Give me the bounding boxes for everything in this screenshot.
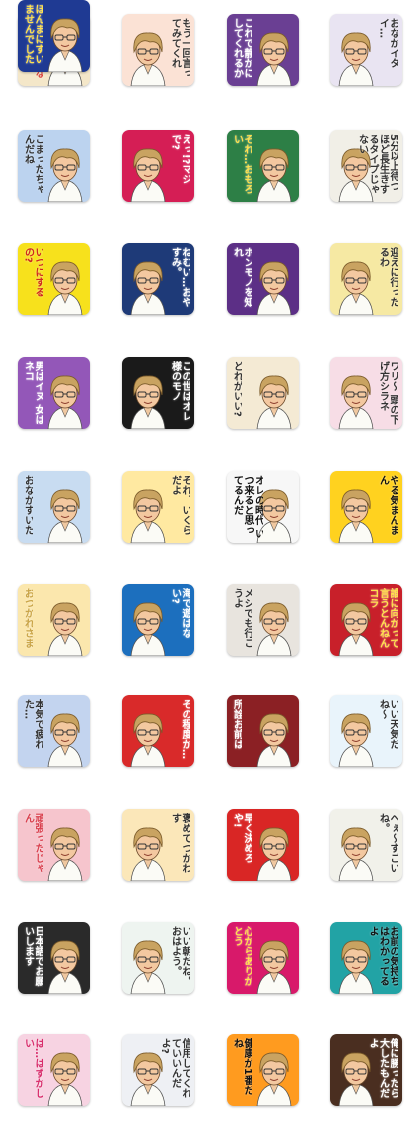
sticker-6[interactable]: えっ!?マジで?: [122, 130, 194, 202]
sticker-20[interactable]: やる気まんまん: [330, 471, 402, 543]
sticker-caption: へぇ〜すごいね。: [377, 813, 399, 873]
sticker-18[interactable]: それ、いくらだよ: [122, 471, 194, 543]
sticker-caption: は…はずかしい: [22, 1038, 44, 1098]
sticker-caption: それ、いくらだよ: [169, 475, 191, 535]
sticker-5[interactable]: こまったちゃんだね: [18, 130, 90, 202]
sticker-29[interactable]: 頑張ったじゃん: [18, 809, 90, 881]
sticker-caption: いつにするの?: [22, 247, 44, 297]
sticker-31[interactable]: 早く決めろや!: [227, 809, 299, 881]
sticker-38[interactable]: 信用してくれていいんだよ?: [122, 1034, 194, 1106]
sticker-caption: これで静かにしてくれるか: [231, 18, 253, 78]
sticker-caption: 俺に勝ったら大したもんだよ: [367, 1038, 398, 1098]
sticker-caption: 健康が1番だね: [231, 1038, 253, 1095]
sticker-41[interactable]: ほんまにすいませんでした: [18, 0, 90, 72]
sticker-caption: ねむい…おやすみ。: [169, 247, 191, 307]
sticker-caption: お前の気持ちはわかってるよ: [367, 926, 398, 986]
sticker-caption: それ…おもろい: [231, 134, 253, 194]
sticker-3[interactable]: これで静かにしてくれるか: [227, 14, 299, 86]
sticker-caption: 早く決めろや!: [231, 813, 253, 863]
sticker-17[interactable]: おなかすいた: [18, 471, 90, 543]
sticker-caption: 5分以上待つほど長生きするタイプじゃない: [356, 134, 399, 194]
sticker-caption: 誰に向かって言うとんねん コラ: [367, 588, 398, 648]
sticker-10[interactable]: ねむい…おやすみ。: [122, 243, 194, 315]
sticker-caption: おなかイタイ…: [377, 18, 399, 68]
sticker-9[interactable]: いつにするの?: [18, 243, 90, 315]
sticker-caption: 所詮お前は: [231, 699, 242, 749]
sticker-19[interactable]: オレの時代 いつ来ると思ってるんだ: [227, 471, 299, 543]
sticker-39[interactable]: 健康が1番だね: [227, 1034, 299, 1106]
sticker-12[interactable]: 迎えに行ったるわ: [330, 243, 402, 315]
sticker-32[interactable]: へぇ〜すごいね。: [330, 809, 402, 881]
sticker-caption: えっ!?マジで?: [169, 134, 191, 185]
sticker-14[interactable]: この世はオレ様のモノ: [122, 357, 194, 429]
sticker-caption: おなかすいた: [22, 475, 33, 535]
sticker-grid: くるしゅ〜ないぞよもう一回言ってみてくれこれで静かにしてくれるかおなかイタイ…こ…: [0, 0, 420, 1121]
sticker-23[interactable]: メシでも行こうよ: [227, 584, 299, 656]
sticker-2[interactable]: もう一回言ってみてくれ: [122, 14, 194, 86]
sticker-caption: 褒めてつかわす: [169, 813, 191, 873]
sticker-caption: 男はイヌ 女はネコ: [22, 361, 44, 425]
sticker-caption: その程度か…: [180, 699, 190, 759]
sticker-35[interactable]: 心からありがとう: [227, 922, 299, 994]
sticker-36[interactable]: お前の気持ちはわかってるよ: [330, 922, 402, 994]
sticker-30[interactable]: 褒めてつかわす: [122, 809, 194, 881]
sticker-caption: ほんまにすいませんでした: [22, 4, 44, 64]
sticker-caption: もう一回言ってみてくれ: [169, 18, 191, 78]
sticker-40[interactable]: 俺に勝ったら大したもんだよ: [330, 1034, 402, 1106]
sticker-16[interactable]: ワリ〜 頭の下げ方シラネ: [330, 357, 402, 429]
sticker-8[interactable]: 5分以上待つほど長生きするタイプじゃない: [330, 130, 402, 202]
sticker-27[interactable]: 所詮お前は: [227, 695, 299, 767]
sticker-caption: いい朝だね。おはよう。: [169, 926, 191, 986]
sticker-caption: ホンモノを知れ: [231, 247, 253, 307]
sticker-caption: こまったちゃんだね: [22, 134, 44, 194]
sticker-21[interactable]: おつかれさま: [18, 584, 90, 656]
sticker-caption: ワリ〜 頭の下げ方シラネ: [377, 361, 399, 425]
sticker-25[interactable]: 本気で疲れた…: [18, 695, 90, 767]
sticker-13[interactable]: 男はイヌ 女はネコ: [18, 357, 90, 429]
sticker-15[interactable]: どれがいい?: [227, 357, 299, 429]
sticker-4[interactable]: おなかイタイ…: [330, 14, 402, 86]
sticker-caption: メシでも行こうよ: [231, 588, 253, 648]
sticker-22[interactable]: 海で遊ばない?: [122, 584, 194, 656]
sticker-26[interactable]: その程度か…: [122, 695, 194, 767]
sticker-caption: 迎えに行ったるわ: [377, 247, 399, 307]
sticker-7[interactable]: それ…おもろい: [227, 130, 299, 202]
sticker-caption: 日本語でお願いします: [22, 926, 44, 986]
sticker-34[interactable]: いい朝だね。おはよう。: [122, 922, 194, 994]
sticker-caption: いい天気だね〜: [377, 699, 399, 749]
sticker-caption: どれがいい?: [231, 361, 242, 417]
sticker-33[interactable]: 日本語でお願いします: [18, 922, 90, 994]
sticker-caption: 信用してくれていいんだよ?: [159, 1038, 190, 1098]
sticker-caption: オレの時代 いつ来ると思ってるんだ: [231, 475, 263, 539]
sticker-caption: 頑張ったじゃん: [22, 813, 44, 873]
sticker-28[interactable]: いい天気だね〜: [330, 695, 402, 767]
sticker-caption: 本気で疲れた…: [22, 699, 44, 749]
sticker-caption: 心からありがとう: [231, 926, 253, 986]
sticker-caption: やる気まんまん: [377, 475, 399, 535]
sticker-24[interactable]: 誰に向かって言うとんねん コラ: [330, 584, 402, 656]
sticker-37[interactable]: は…はずかしい: [18, 1034, 90, 1106]
sticker-caption: この世はオレ様のモノ: [169, 361, 191, 421]
sticker-caption: おつかれさま: [22, 588, 33, 648]
sticker-caption: 海で遊ばない?: [169, 588, 191, 638]
sticker-11[interactable]: ホンモノを知れ: [227, 243, 299, 315]
